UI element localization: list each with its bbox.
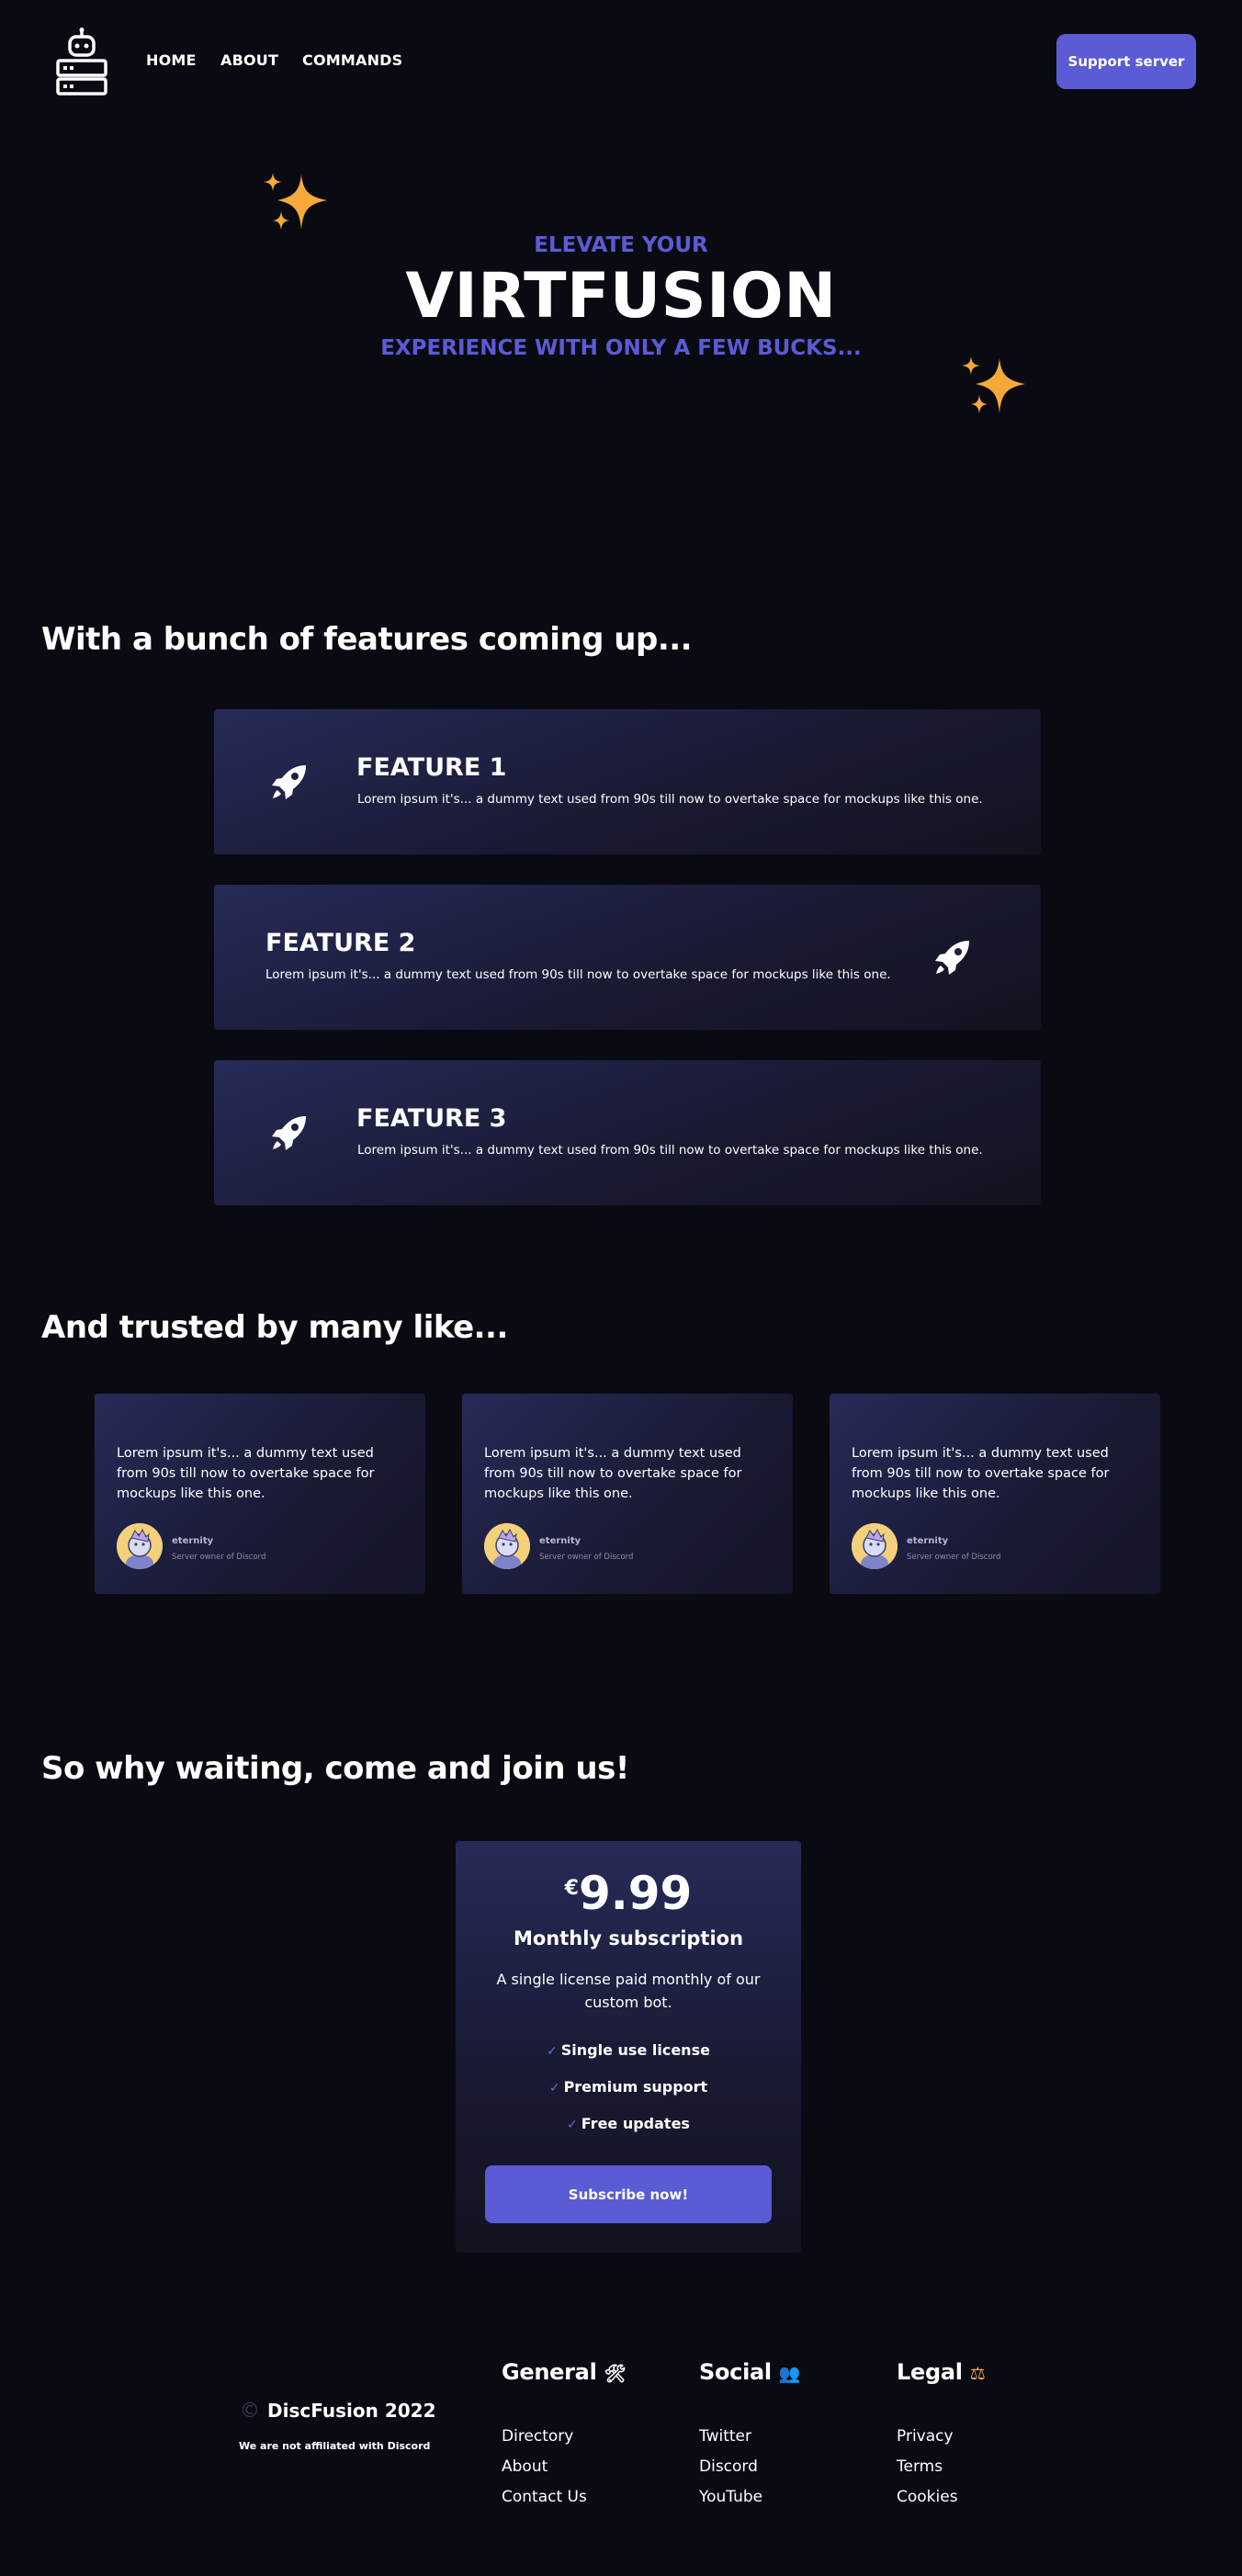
footer-link-cookies[interactable]: Cookies — [897, 2488, 958, 2506]
price-amount: 9.99 — [578, 1867, 693, 1920]
pricing-heading: So why waiting, come and join us! — [41, 1750, 629, 1787]
perk-item: ✓ Free updates — [567, 2115, 690, 2132]
support-server-button[interactable]: Support server — [1056, 34, 1196, 89]
currency-symbol: € — [564, 1877, 579, 1900]
feature-title: FEATURE 3 — [356, 1104, 507, 1133]
avatar — [484, 1523, 530, 1569]
features-heading: With a bunch of features coming up... — [41, 621, 693, 658]
footer-link-directory[interactable]: Directory — [502, 2427, 573, 2446]
plan-name: Monthly subscription — [513, 1927, 744, 1949]
testimonial-card: Lorem ipsum it's... a dummy text used fr… — [462, 1394, 793, 1594]
scales-icon: ⚖ — [969, 2364, 986, 2384]
feature-title: FEATURE 1 — [356, 753, 507, 782]
avatar — [852, 1523, 898, 1569]
avatar — [117, 1523, 163, 1569]
testimonial-quote: Lorem ipsum it's... a dummy text used fr… — [852, 1446, 1110, 1501]
sparkles-icon — [264, 173, 327, 230]
testimonial-card: Lorem ipsum it's... a dummy text used fr… — [830, 1394, 1160, 1594]
footer-link-about[interactable]: About — [502, 2457, 548, 2476]
perk-item: ✓ Single use license — [547, 2041, 710, 2059]
testimonial-author: eternity — [539, 1536, 581, 1546]
hero-tagline-bottom: EXPERIENCE WITH ONLY A FEW BUCKS... — [380, 336, 862, 360]
nav-link-commands[interactable]: COMMANDS — [302, 51, 402, 69]
hero-tagline-top: ELEVATE YOUR — [534, 233, 708, 257]
rocket-icon — [935, 941, 969, 975]
check-icon: ✓ — [547, 2044, 558, 2059]
rocket-icon — [272, 1116, 306, 1150]
robot-server-logo-icon[interactable] — [55, 28, 108, 97]
people-icon: 👥 — [778, 2364, 801, 2384]
feature-card: FEATURE 2 Lorem ipsum it's... a dummy te… — [214, 885, 1041, 1030]
footer-link-contact[interactable]: Contact Us — [502, 2488, 587, 2506]
footer-link-terms[interactable]: Terms — [897, 2457, 943, 2476]
sparkles-icon — [962, 356, 1025, 413]
price-display: €9.99 — [456, 1867, 801, 1920]
pricing-card: €9.99 Monthly subscription A single lice… — [456, 1841, 801, 2253]
footer-link-twitter[interactable]: Twitter — [699, 2427, 751, 2446]
footer-disclaimer: We are not affiliated with Discord — [239, 2440, 431, 2452]
copyright-icon: © — [240, 2400, 260, 2423]
nav-link-home[interactable]: HOME — [146, 51, 197, 69]
testimonial-card: Lorem ipsum it's... a dummy text used fr… — [95, 1394, 425, 1594]
tools-icon: 🛠 — [604, 2364, 627, 2384]
testimonial-role: Server owner of Discord — [172, 1553, 266, 1562]
feature-description: Lorem ipsum it's... a dummy text used fr… — [357, 792, 983, 807]
testimonial-role: Server owner of Discord — [907, 1553, 1001, 1562]
feature-description: Lorem ipsum it's... a dummy text used fr… — [265, 967, 891, 982]
feature-card: FEATURE 1 Lorem ipsum it's... a dummy te… — [214, 709, 1041, 854]
rocket-icon — [272, 765, 306, 799]
feature-description: Lorem ipsum it's... a dummy text used fr… — [357, 1143, 983, 1158]
testimonial-quote: Lorem ipsum it's... a dummy text used fr… — [117, 1446, 375, 1501]
subscribe-button[interactable]: Subscribe now! — [485, 2165, 772, 2223]
check-icon: ✓ — [548, 2081, 560, 2096]
testimonial-role: Server owner of Discord — [539, 1553, 634, 1562]
perk-item: ✓ Premium support — [548, 2078, 708, 2096]
top-navbar: HOME ABOUT COMMANDS Support server — [0, 0, 1242, 124]
check-icon: ✓ — [567, 2118, 578, 2132]
footer-copyright: © DiscFusion 2022 — [240, 2400, 436, 2423]
testimonial-quote: Lorem ipsum it's... a dummy text used fr… — [484, 1446, 742, 1501]
plan-description: A single license paid monthly of our cus… — [496, 1971, 761, 2011]
footer-heading-general: General 🛠 — [502, 2359, 627, 2385]
feature-title: FEATURE 2 — [265, 929, 416, 957]
hero-title: VIRTFUSION — [405, 260, 837, 333]
footer-link-privacy[interactable]: Privacy — [897, 2427, 954, 2446]
footer-link-youtube[interactable]: YouTube — [699, 2488, 762, 2506]
feature-card: FEATURE 3 Lorem ipsum it's... a dummy te… — [214, 1060, 1041, 1205]
footer-heading-legal: Legal ⚖ — [897, 2359, 986, 2385]
testimonial-author: eternity — [907, 1536, 949, 1546]
footer-link-discord[interactable]: Discord — [699, 2457, 758, 2476]
footer-heading-social: Social 👥 — [699, 2359, 801, 2385]
nav-link-about[interactable]: ABOUT — [220, 51, 278, 69]
testimonials-heading: And trusted by many like... — [41, 1309, 508, 1346]
testimonial-author: eternity — [172, 1536, 214, 1546]
